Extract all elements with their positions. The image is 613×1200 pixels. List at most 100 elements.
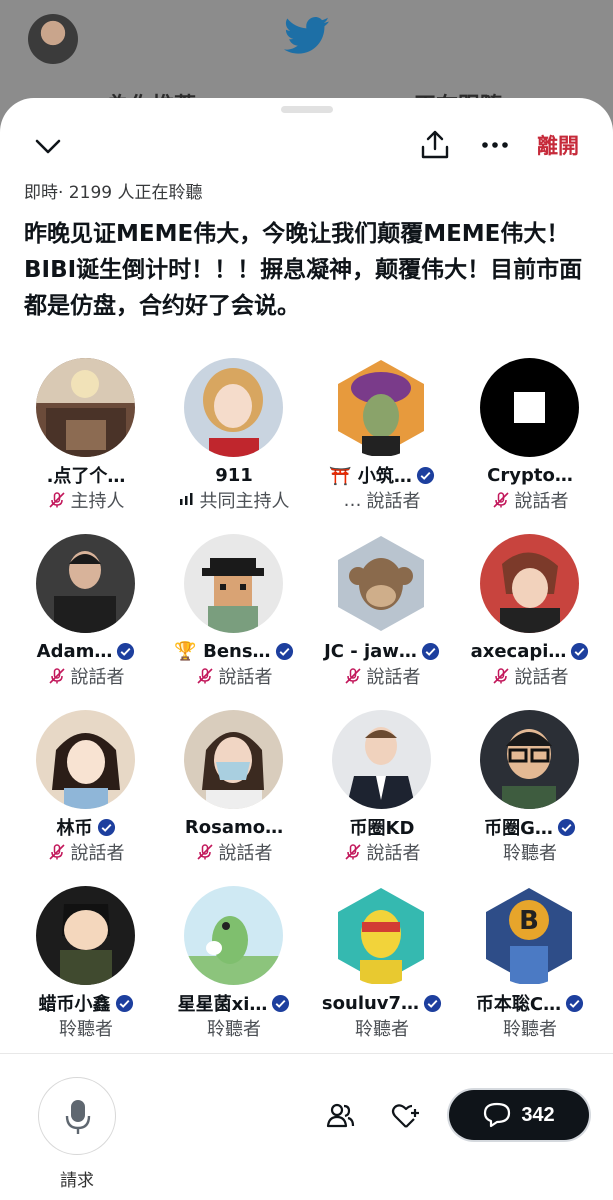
svg-text:B: B bbox=[519, 906, 539, 936]
live-listener-status: 即時· 2199 人正在聆聽 bbox=[24, 183, 203, 203]
participant-name: 911 bbox=[215, 464, 253, 486]
participant-name: 币圈KD bbox=[349, 818, 415, 839]
participant-role: 聆聽者 bbox=[207, 1019, 261, 1040]
mic-off-icon bbox=[196, 668, 213, 684]
participant-role: 說話者 bbox=[160, 664, 308, 688]
participant-card[interactable]: JC - jaw… 說話者 bbox=[308, 534, 456, 699]
participant-card[interactable]: ⛩️ 小筑… … 說話者 bbox=[308, 358, 456, 523]
participant-name: 币本聡C… bbox=[456, 990, 604, 1016]
participant-card[interactable]: 🏆 Bens… 說話者 bbox=[160, 534, 308, 699]
avatar bbox=[184, 710, 283, 809]
verified-badge-icon bbox=[97, 818, 115, 836]
participant-name: Adam… bbox=[12, 638, 160, 664]
participant-role: 說話者 bbox=[12, 840, 160, 864]
participant-card[interactable]: B 币本聡C… 聆聽者 bbox=[456, 886, 604, 1051]
participant-name: Crypto… bbox=[487, 464, 573, 486]
avatar bbox=[36, 886, 135, 985]
participant-name: 币圈G… bbox=[456, 814, 604, 840]
participant-card[interactable]: 蜡币小鑫 聆聽者 bbox=[12, 886, 160, 1051]
participant-card[interactable]: Rosamo… 說話者 bbox=[160, 710, 308, 875]
participant-name: Rosamo… bbox=[184, 816, 284, 838]
participant-name: .点了个… bbox=[46, 466, 126, 487]
participant-card[interactable]: 林币 說話者 bbox=[12, 710, 160, 875]
avatar: B bbox=[480, 886, 579, 985]
comments-count: 342 bbox=[521, 1103, 555, 1126]
participant-card[interactable]: 币圈KD 說話者 bbox=[308, 710, 456, 875]
participant-role: 說話者 bbox=[456, 664, 604, 688]
participant-card[interactable]: 星星菌xi… 聆聽者 bbox=[160, 886, 308, 1051]
participant-name: JC - jaw… bbox=[308, 638, 456, 664]
avatar bbox=[36, 710, 135, 809]
participant-card[interactable]: axecapi… 說話者 bbox=[456, 534, 604, 699]
participant-role: 說話者 bbox=[160, 840, 308, 864]
mic-off-icon bbox=[344, 844, 361, 860]
mic-off-icon bbox=[492, 668, 509, 684]
participant-role: 聆聽者 bbox=[503, 843, 557, 864]
avatar bbox=[184, 886, 283, 985]
participant-card[interactable]: Crypto… 說話者 bbox=[456, 358, 604, 523]
participant-role: 共同主持人 bbox=[160, 488, 308, 512]
space-top-bar: 離開 bbox=[0, 126, 613, 166]
request-label: 請求 bbox=[60, 1171, 94, 1191]
more-options-icon[interactable] bbox=[478, 128, 512, 162]
verified-badge-icon bbox=[272, 994, 290, 1012]
mic-off-icon bbox=[48, 492, 65, 508]
microphone-icon bbox=[65, 1100, 91, 1134]
avatar bbox=[480, 358, 579, 457]
participant-name: ⛩️ 小筑… bbox=[308, 462, 456, 488]
twitter-bird-icon bbox=[284, 17, 330, 54]
participant-role: … 說話者 bbox=[343, 489, 421, 513]
comments-button[interactable]: 342 bbox=[449, 1090, 589, 1140]
participant-role: 說話者 bbox=[308, 664, 456, 688]
sheet-grabber[interactable] bbox=[281, 106, 333, 113]
participant-card[interactable]: .点了个… 主持人 bbox=[12, 358, 160, 523]
avatar bbox=[184, 534, 283, 633]
chevron-down-icon[interactable] bbox=[30, 132, 66, 162]
participant-card[interactable]: 911 共同主持人 bbox=[160, 358, 308, 523]
participant-role: 主持人 bbox=[12, 488, 160, 512]
participant-name: 🏆 Bens… bbox=[160, 638, 308, 664]
share-icon[interactable] bbox=[418, 128, 452, 162]
participant-name: souluv7… bbox=[308, 990, 456, 1016]
speaking-bars-icon bbox=[179, 493, 192, 505]
avatar bbox=[184, 358, 283, 457]
participant-role: 聆聽者 bbox=[59, 1019, 113, 1040]
verified-badge-icon bbox=[421, 642, 439, 660]
people-icon[interactable] bbox=[324, 1100, 356, 1132]
avatar bbox=[480, 534, 579, 633]
mic-off-icon bbox=[344, 668, 361, 684]
comment-bubble-icon bbox=[484, 1102, 511, 1128]
avatar bbox=[480, 710, 579, 809]
leave-button[interactable]: 離開 bbox=[537, 130, 579, 160]
profile-avatar bbox=[28, 14, 78, 64]
participant-card[interactable]: Adam… 說話者 bbox=[12, 534, 160, 699]
participant-role: 聆聽者 bbox=[503, 1019, 557, 1040]
verified-badge-icon bbox=[115, 994, 133, 1012]
participant-role: 說話者 bbox=[456, 488, 604, 512]
avatar bbox=[332, 358, 431, 457]
verified-badge-icon bbox=[571, 642, 589, 660]
avatar bbox=[36, 358, 135, 457]
participant-name: axecapi… bbox=[456, 638, 604, 664]
space-title: 昨晚见证MEME伟大，今晚让我们颠覆MEME伟大！BIBI诞生倒计时！！！摒息凝… bbox=[24, 221, 583, 319]
mic-off-icon bbox=[48, 668, 65, 684]
participant-role: 說話者 bbox=[308, 840, 456, 864]
participant-role: 說話者 bbox=[12, 664, 160, 688]
footer-divider bbox=[0, 1053, 613, 1054]
heart-add-icon[interactable] bbox=[390, 1100, 422, 1132]
participant-role: 聆聽者 bbox=[355, 1019, 409, 1040]
avatar bbox=[36, 534, 135, 633]
avatar bbox=[332, 886, 431, 985]
participant-name: 林币 bbox=[12, 814, 160, 840]
verified-badge-icon bbox=[566, 994, 584, 1012]
participant-name: 星星菌xi… bbox=[160, 990, 308, 1016]
ellipsis-icon: … bbox=[343, 489, 362, 511]
avatar bbox=[332, 534, 431, 633]
mic-off-icon bbox=[196, 844, 213, 860]
verified-badge-icon bbox=[557, 818, 575, 836]
verified-badge-icon bbox=[416, 466, 434, 484]
participant-card[interactable]: 币圈G… 聆聽者 bbox=[456, 710, 604, 875]
request-to-speak-button[interactable] bbox=[38, 1077, 116, 1155]
mic-off-icon bbox=[48, 844, 65, 860]
participant-card[interactable]: souluv7… 聆聽者 bbox=[308, 886, 456, 1051]
